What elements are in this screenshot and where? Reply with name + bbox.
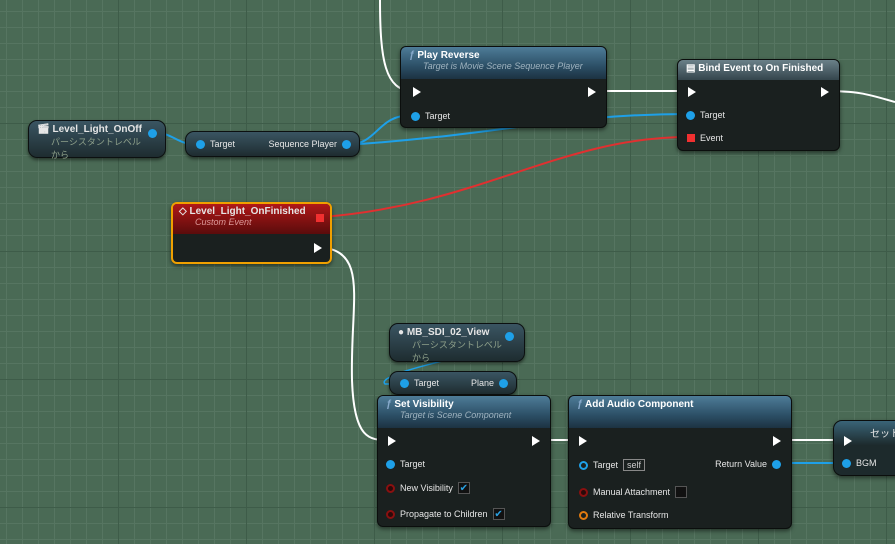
bgm-pin[interactable] bbox=[842, 458, 851, 468]
plane-pin[interactable] bbox=[499, 378, 508, 388]
manual-attachment-checkbox[interactable] bbox=[675, 486, 688, 498]
pin-label: Relative Transform bbox=[593, 510, 669, 520]
output-pin[interactable] bbox=[505, 332, 514, 341]
target-pin[interactable] bbox=[196, 139, 205, 149]
pin-label: Target bbox=[593, 460, 619, 470]
bind-event-node[interactable]: ▤ Bind Event to On Finished Target Event bbox=[677, 59, 840, 151]
delegate-out-pin[interactable] bbox=[316, 214, 324, 222]
transform-pin[interactable] bbox=[579, 510, 588, 520]
clapper-icon: 🎬︎ bbox=[37, 124, 50, 135]
play-reverse-node[interactable]: ƒ Play Reverse Target is Movie Scene Sequ… bbox=[400, 46, 607, 128]
target-pin[interactable] bbox=[579, 460, 588, 470]
pin-label: Plane bbox=[470, 378, 494, 388]
exec-in-pin[interactable] bbox=[579, 436, 587, 446]
set-visibility-node[interactable]: ƒ Set Visibility Target is Scene Componen… bbox=[377, 395, 551, 527]
bool-pin[interactable] bbox=[386, 509, 395, 519]
plane-get-node[interactable]: Target Plane bbox=[389, 371, 517, 395]
exec-in-pin[interactable] bbox=[844, 436, 852, 446]
node-title: セット bbox=[870, 429, 895, 440]
pin-label: Target bbox=[400, 459, 426, 469]
delegate-wire bbox=[321, 136, 690, 218]
event-diamond-icon: ◇ bbox=[179, 206, 187, 217]
target-pin[interactable] bbox=[686, 110, 695, 120]
sequence-player-get-node[interactable]: Target Sequence Player bbox=[185, 131, 360, 157]
add-audio-component-node[interactable]: ƒ Add Audio Component Target self Return … bbox=[568, 395, 792, 529]
pin-label: Target bbox=[414, 378, 440, 388]
pin-label: New Visibility bbox=[400, 483, 453, 493]
pin-label: Target bbox=[425, 111, 451, 121]
target-pin[interactable] bbox=[411, 111, 420, 121]
node-title: Set Visibility bbox=[394, 399, 454, 410]
pin-label: Propagate to Children bbox=[400, 509, 488, 519]
node-title: MB_SDI_02_View bbox=[406, 327, 490, 338]
mb-sdi-view-node[interactable]: ● MB_SDI_02_View パーシスタントレベル から bbox=[389, 323, 525, 363]
custom-event-node[interactable]: ◇ Level_Light_OnFinished Custom Event bbox=[171, 202, 332, 264]
function-icon: ƒ bbox=[577, 399, 583, 410]
pin-label: Event bbox=[700, 133, 724, 143]
level-light-onoff-node[interactable]: 🎬︎ Level_Light_OnOff パーシスタントレベル から bbox=[28, 120, 166, 160]
target-pin[interactable] bbox=[386, 459, 395, 469]
propagate-checkbox[interactable]: ✔ bbox=[492, 508, 505, 520]
bool-pin[interactable] bbox=[386, 483, 395, 493]
exec-out-pin[interactable] bbox=[314, 243, 322, 253]
new-visibility-checkbox[interactable]: ✔ bbox=[457, 482, 470, 494]
sequence-player-pin[interactable] bbox=[342, 139, 351, 149]
exec-out-pin[interactable] bbox=[588, 87, 596, 97]
node-title: Level_Light_OnOff bbox=[52, 124, 142, 135]
exec-out-pin[interactable] bbox=[821, 87, 829, 97]
exec-out-pin[interactable] bbox=[773, 436, 781, 446]
exec-in-pin[interactable] bbox=[413, 87, 421, 97]
node-title: Bind Event to On Finished bbox=[698, 63, 824, 74]
node-title: Add Audio Component bbox=[584, 399, 694, 410]
node-subtitle: Custom Event bbox=[195, 217, 252, 227]
pin-label: Return Value bbox=[715, 459, 767, 469]
exec-out-pin[interactable] bbox=[532, 436, 540, 446]
exec-in-pin[interactable] bbox=[688, 87, 696, 97]
return-value-pin[interactable] bbox=[772, 459, 781, 469]
pin-label: Manual Attachment bbox=[593, 487, 671, 497]
node-subtitle: Target is Movie Scene Sequence Player bbox=[423, 61, 583, 71]
set-bgm-node[interactable]: セット BGM bbox=[833, 420, 895, 476]
function-icon: ƒ bbox=[386, 399, 392, 410]
target-pin[interactable] bbox=[400, 378, 409, 388]
pin-label: Sequence Player bbox=[268, 139, 337, 149]
node-subtitle: パーシスタントレベル から bbox=[412, 340, 502, 363]
actor-icon: ● bbox=[398, 327, 405, 338]
event-pin[interactable] bbox=[687, 134, 695, 142]
output-pin[interactable] bbox=[148, 129, 157, 138]
bool-pin[interactable] bbox=[579, 487, 588, 497]
exec-in-pin[interactable] bbox=[388, 436, 396, 446]
target-self-field[interactable]: self bbox=[623, 459, 646, 471]
pin-label: Target bbox=[210, 139, 236, 149]
node-title: Play Reverse bbox=[417, 50, 480, 61]
event-dispatcher-icon: ▤ bbox=[686, 63, 696, 74]
pin-label: Target bbox=[700, 110, 726, 120]
node-subtitle: パーシスタントレベル から bbox=[51, 137, 141, 160]
function-icon: ƒ bbox=[409, 50, 415, 61]
node-title: Level_Light_OnFinished bbox=[189, 206, 306, 217]
pin-label: BGM bbox=[856, 458, 877, 468]
node-subtitle: Target is Scene Component bbox=[400, 410, 512, 420]
